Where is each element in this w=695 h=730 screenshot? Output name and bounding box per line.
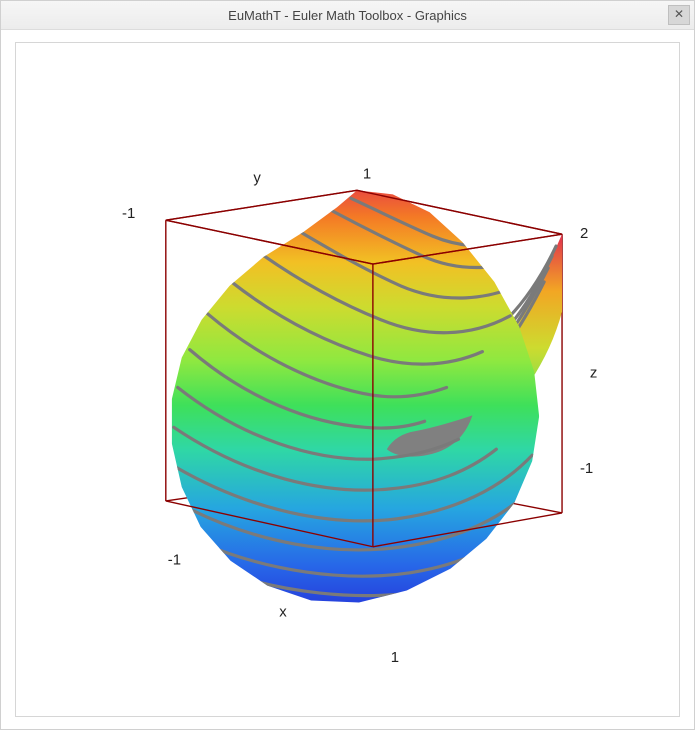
window-title: EuMathT - Euler Math Toolbox - Graphics [228,8,467,23]
label-z: z [590,365,597,382]
client-area: -1 y 1 2 z -1 -1 x 1 [1,30,694,729]
label-x-plus1: 1 [391,649,399,666]
label-x-minus1: -1 [168,552,181,569]
label-z-plus2: 2 [580,225,588,242]
window-close-button[interactable]: ✕ [668,5,690,25]
label-y: y [253,169,261,186]
label-z-minus1: -1 [580,460,593,477]
plot-svg: -1 y 1 2 z -1 -1 x 1 [16,43,679,716]
label-x: x [279,603,287,620]
plot-canvas[interactable]: -1 y 1 2 z -1 -1 x 1 [15,42,680,717]
close-icon: ✕ [674,7,684,21]
label-y-plus1: 1 [363,165,371,182]
title-bar[interactable]: EuMathT - Euler Math Toolbox - Graphics … [1,1,694,30]
label-y-minus1: -1 [122,205,135,222]
app-window: EuMathT - Euler Math Toolbox - Graphics … [0,0,695,730]
surface-main [136,172,564,620]
